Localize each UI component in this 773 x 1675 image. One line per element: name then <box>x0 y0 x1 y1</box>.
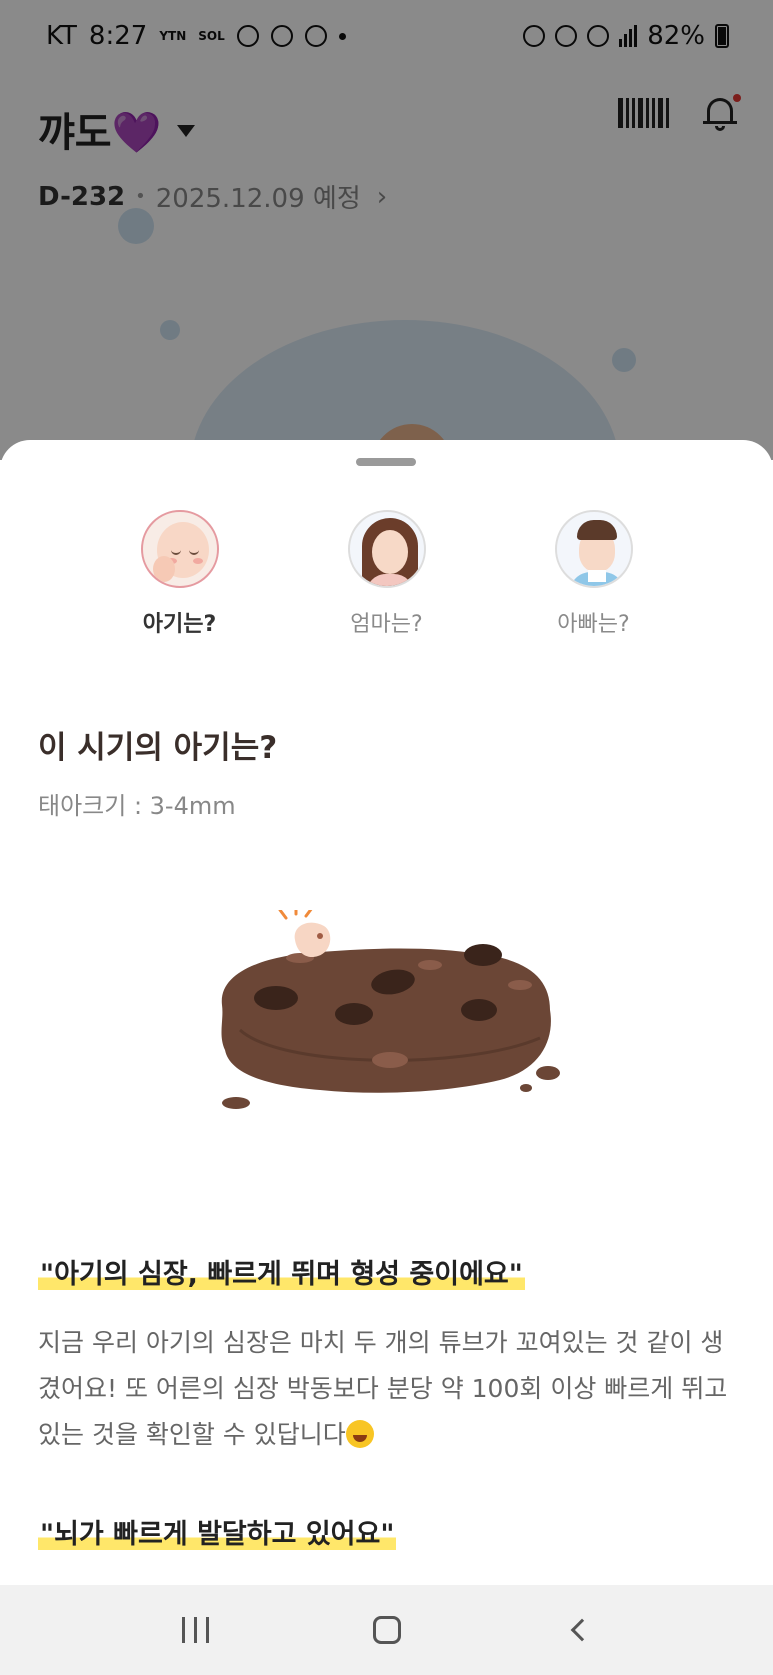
tab-baby[interactable]: 아기는? <box>105 510 255 638</box>
info-bottom-sheet: 아기는? 엄마는? 아빠는? 이 시기의 아기는? 태아크기 : 3-4mm "… <box>0 440 773 1585</box>
headline-heart: "아기의 심장, 빠르게 뛰며 형성 중이에요" <box>38 1259 525 1290</box>
mom-avatar-icon <box>347 510 426 588</box>
paragraph-heart: 지금 우리 아기의 심장은 마치 두 개의 튜브가 꼬여있는 것 같이 생겼어요… <box>38 1328 728 1449</box>
back-icon <box>570 1618 593 1642</box>
sheet-drag-handle[interactable] <box>356 458 416 466</box>
embryo-icon <box>278 910 331 958</box>
background-screen: KT 8:27 YTN SOL 82% 꺄도💜 D-232 • 2025.12.… <box>0 0 773 460</box>
tab-dad[interactable]: 아빠는? <box>519 510 669 638</box>
cookie-size-illustration <box>221 910 560 1109</box>
fetal-size: 태아크기 : 3-4mm <box>38 792 236 820</box>
tab-dad-label: 아빠는? <box>557 612 630 637</box>
baby-avatar-icon <box>140 510 219 588</box>
tab-mom[interactable]: 엄마는? <box>312 510 462 638</box>
laughing-emoji-icon <box>345 1420 374 1448</box>
back-button[interactable] <box>538 1600 618 1660</box>
cookie-icon <box>221 944 560 1109</box>
tab-baby-label: 아기는? <box>142 612 217 637</box>
recents-button[interactable] <box>156 1600 236 1660</box>
section-title: 이 시기의 아기는? <box>38 730 278 766</box>
headline-brain: "뇌가 빠르게 발달하고 있어요" <box>38 1519 397 1550</box>
scrim-overlay[interactable] <box>0 0 773 460</box>
perspective-tabs: 아기는? 엄마는? 아빠는? <box>0 510 773 638</box>
home-button[interactable] <box>347 1600 427 1660</box>
system-nav-bar <box>0 1585 773 1675</box>
home-icon <box>372 1616 401 1644</box>
dad-avatar-icon <box>554 510 633 588</box>
recents-icon <box>182 1617 209 1643</box>
tab-mom-label: 엄마는? <box>350 612 423 637</box>
